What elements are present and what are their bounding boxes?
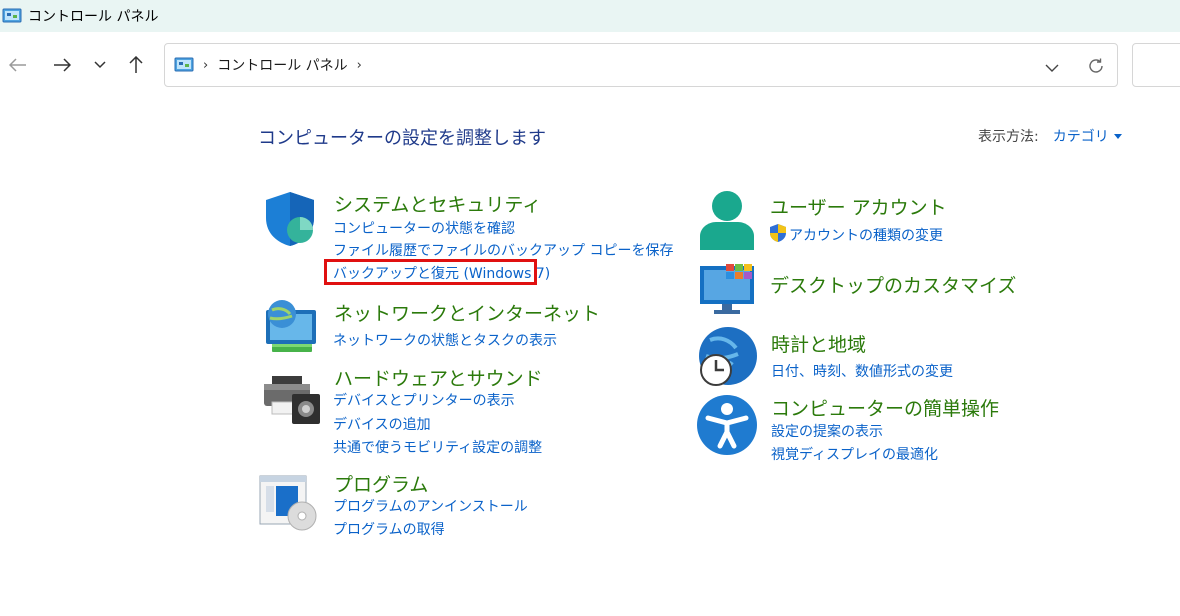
arrow-right-icon [54,58,71,72]
address-bar[interactable]: › コントロール パネル › [164,43,1118,87]
arrow-left-icon [9,58,26,72]
category-title-desktop-customization[interactable]: デスクトップのカスタマイズ [770,271,1016,298]
highlight-box [324,259,537,285]
link-suggested-settings[interactable]: 設定の提案の表示 [771,421,883,441]
caret-down-icon[interactable] [1113,133,1122,139]
address-dropdown-button[interactable] [1045,58,1059,77]
chevron-down-icon [1045,64,1059,72]
link-uninstall-program[interactable]: プログラムのアンインストール [333,496,528,516]
uac-shield-icon [770,224,786,242]
control-panel-icon [174,57,194,72]
forward-button[interactable] [48,52,76,78]
category-title-user-accounts[interactable]: ユーザー アカウント [770,193,947,220]
link-network-status[interactable]: ネットワークの状態とタスクの表示 [333,330,557,350]
category-title-programs[interactable]: プログラム [334,470,428,497]
link-date-time-format[interactable]: 日付、時刻、数値形式の変更 [771,361,953,381]
link-mobility-settings[interactable]: 共通で使うモビリティ設定の調整 [333,437,542,457]
programs-disc-icon [259,475,317,531]
link-file-history[interactable]: ファイル履歴でファイルのバックアップ コピーを保存 [333,240,673,260]
category-title-ease-of-access[interactable]: コンピューターの簡単操作 [771,394,999,421]
navigation-bar: › コントロール パネル › [0,32,1180,98]
search-input[interactable] [1132,43,1180,87]
desktop-monitor-icon [700,264,754,314]
network-globe-icon [266,300,316,352]
refresh-icon [1089,58,1103,73]
link-add-device[interactable]: デバイスの追加 [333,414,431,434]
accessibility-icon [697,395,757,455]
control-panel-icon [2,8,22,23]
chevron-down-icon [94,61,106,69]
page-title: コンピューターの設定を調整します [258,128,546,149]
category-title-hardware-sound[interactable]: ハードウェアとサウンド [334,364,543,391]
view-by-dropdown[interactable]: カテゴリ [1053,126,1109,146]
shield-icon [266,192,314,246]
back-button[interactable] [4,52,32,78]
link-devices-printers[interactable]: デバイスとプリンターの表示 [333,390,515,410]
category-title-clock-region[interactable]: 時計と地域 [771,330,866,357]
recent-locations-button[interactable] [86,52,114,78]
breadcrumb-control-panel[interactable]: コントロール パネル [217,55,347,75]
link-check-status[interactable]: コンピューターの状態を確認 [333,218,515,238]
breadcrumb-separator[interactable]: › [203,58,208,73]
link-optimize-display[interactable]: 視覚ディスプレイの最適化 [771,444,938,464]
category-title-network-internet[interactable]: ネットワークとインターネット [334,299,600,326]
refresh-button[interactable] [1087,57,1105,79]
window-title: コントロール パネル [28,9,159,25]
link-change-account-type[interactable]: アカウントの種類の変更 [789,225,943,245]
view-by: 表示方法: カテゴリ [978,126,1122,146]
breadcrumb-separator[interactable]: › [357,58,362,73]
clock-globe-icon [699,327,757,386]
user-account-icon [700,191,754,250]
view-by-label: 表示方法: [978,129,1039,145]
category-title-system-security[interactable]: システムとセキュリティ [334,190,541,217]
title-bar: コントロール パネル [0,0,1180,32]
arrow-up-icon [129,56,143,73]
up-button[interactable] [122,52,150,78]
link-get-programs[interactable]: プログラムの取得 [333,519,445,539]
printer-speaker-icon [264,376,320,424]
